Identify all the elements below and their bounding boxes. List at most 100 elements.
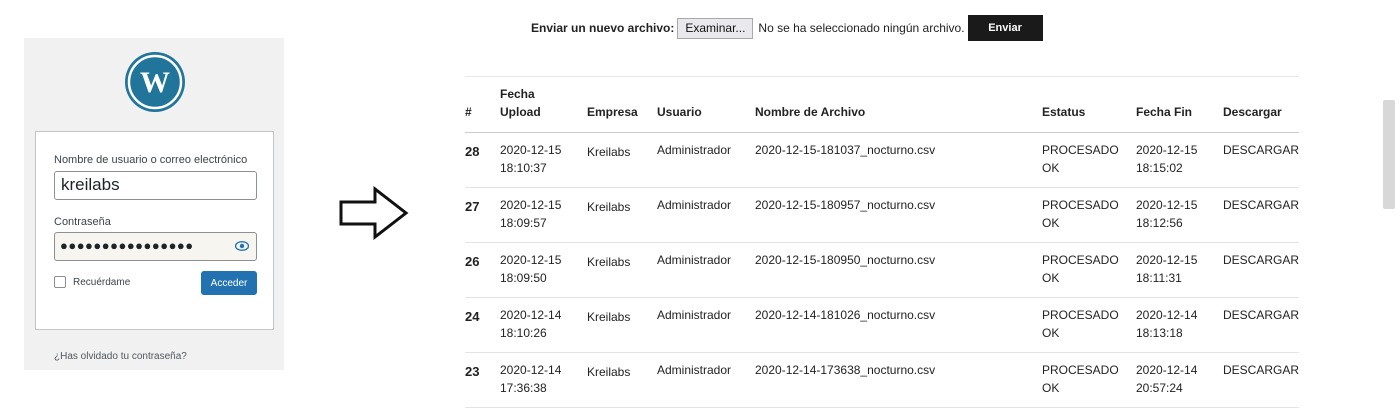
row-archivo: 2020-12-15-180957_nocturno.csv [755, 198, 936, 212]
row-num: 23 [465, 364, 480, 379]
download-link[interactable]: DESCARGAR [1223, 141, 1299, 159]
download-link[interactable]: DESCARGAR [1223, 196, 1299, 214]
row-estatus-line2: OK [1042, 381, 1060, 395]
header-estatus: Estatus [1042, 105, 1086, 119]
table-header: # Fecha Upload Empresa Usuario Nombre de… [465, 85, 1299, 133]
row-empresa: Kreilabs [587, 255, 631, 269]
table-row: 26 2020-12-15 18:09:50 Kreilabs Administr… [465, 243, 1299, 298]
row-num: 24 [465, 309, 480, 324]
row-estatus-line2: OK [1042, 216, 1060, 230]
no-file-text: No se ha seleccionado ningún archivo. [758, 21, 965, 35]
row-usuario: Administrador [657, 253, 732, 267]
row-fecha-fin: 2020-12-15 18:12:56 [1136, 196, 1197, 232]
row-upload-date: 2020-12-15 [500, 253, 562, 267]
row-estatus-line2: OK [1042, 326, 1060, 340]
header-usuario: Usuario [657, 105, 702, 119]
scrollbar-thumb[interactable] [1383, 100, 1395, 209]
row-usuario: Administrador [657, 363, 732, 377]
download-link[interactable]: DESCARGAR [1223, 251, 1299, 269]
upload-form: Enviar un nuevo archivo: Examinar... No … [531, 15, 1043, 41]
row-usuario: Administrador [657, 308, 732, 322]
send-button[interactable]: Enviar [967, 15, 1043, 41]
row-fin-date: 2020-12-15 [1136, 253, 1198, 267]
row-usuario: Administrador [657, 198, 732, 212]
header-fecha-upload-line1: Fecha [500, 87, 535, 101]
row-fin-time: 18:13:18 [1136, 326, 1183, 340]
browse-button[interactable]: Examinar... [677, 17, 754, 39]
row-fecha-fin: 2020-12-15 18:15:02 [1136, 141, 1197, 177]
row-estatus: PROCESADO OK [1042, 251, 1119, 287]
lost-password-link[interactable]: ¿Has olvidado tu contraseña? [54, 351, 187, 362]
login-button[interactable]: Acceder [201, 271, 257, 295]
table-top-divider [465, 76, 1299, 77]
wordpress-logo-icon: W [125, 52, 185, 112]
remember-me[interactable]: Recuérdame [54, 276, 130, 288]
row-upload-datetime: 2020-12-14 18:10:26 [500, 306, 561, 342]
row-estatus-line1: PROCESADO [1042, 143, 1119, 157]
row-upload-datetime: 2020-12-15 18:10:37 [500, 141, 561, 177]
row-upload-time: 18:10:37 [500, 161, 547, 175]
row-estatus-line2: OK [1042, 271, 1060, 285]
row-estatus: PROCESADO OK [1042, 141, 1119, 177]
row-divider [465, 407, 1299, 408]
row-archivo: 2020-12-15-181037_nocturno.csv [755, 143, 936, 157]
row-empresa: Kreilabs [587, 310, 631, 324]
row-fin-date: 2020-12-15 [1136, 198, 1198, 212]
row-estatus-line1: PROCESADO [1042, 308, 1119, 322]
password-input[interactable]: ●●●●●●●●●●●●●●●● [54, 232, 257, 261]
download-link[interactable]: DESCARGAR [1223, 306, 1299, 324]
row-num: 28 [465, 144, 480, 159]
row-fin-time: 18:15:02 [1136, 161, 1183, 175]
username-label: Nombre de usuario o correo electrónico [54, 154, 248, 166]
row-estatus-line1: PROCESADO [1042, 253, 1119, 267]
row-num: 27 [465, 199, 480, 214]
row-fin-date: 2020-12-15 [1136, 143, 1198, 157]
login-screen: W Nombre de usuario o correo electrónico… [24, 38, 284, 370]
header-fecha-upload-line2: Upload [500, 105, 541, 119]
row-estatus-line1: PROCESADO [1042, 363, 1119, 377]
row-usuario: Administrador [657, 143, 732, 157]
table-row: 23 2020-12-14 17:36:38 Kreilabs Administr… [465, 353, 1299, 408]
row-estatus: PROCESADO OK [1042, 306, 1119, 342]
header-descargar: Descargar [1223, 105, 1282, 119]
row-empresa: Kreilabs [587, 200, 631, 214]
row-fin-time: 20:57:24 [1136, 381, 1183, 395]
header-fecha-fin: Fecha Fin [1136, 105, 1193, 119]
row-estatus-line2: OK [1042, 161, 1060, 175]
row-upload-date: 2020-12-14 [500, 363, 562, 377]
row-upload-time: 18:09:57 [500, 216, 547, 230]
table-row: 27 2020-12-15 18:09:57 Kreilabs Administr… [465, 188, 1299, 243]
header-fecha-upload: Fecha Upload [500, 85, 541, 121]
row-upload-datetime: 2020-12-14 17:36:38 [500, 361, 561, 397]
username-input[interactable]: kreilabs [54, 171, 257, 200]
password-label: Contraseña [54, 216, 111, 228]
eye-icon[interactable] [235, 241, 249, 251]
row-empresa: Kreilabs [587, 145, 631, 159]
header-empresa: Empresa [587, 105, 638, 119]
row-fecha-fin: 2020-12-15 18:11:31 [1136, 251, 1197, 287]
row-fin-date: 2020-12-14 [1136, 363, 1198, 377]
download-link[interactable]: DESCARGAR [1223, 361, 1299, 379]
row-upload-time: 18:09:50 [500, 271, 547, 285]
remember-checkbox[interactable] [54, 276, 66, 288]
header-archivo: Nombre de Archivo [755, 105, 866, 119]
row-archivo: 2020-12-14-181026_nocturno.csv [755, 308, 936, 322]
row-estatus-line1: PROCESADO [1042, 198, 1119, 212]
row-upload-time: 18:10:26 [500, 326, 547, 340]
row-archivo: 2020-12-14-173638_nocturno.csv [755, 363, 936, 377]
row-upload-time: 17:36:38 [500, 381, 547, 395]
login-form: Nombre de usuario o correo electrónico k… [35, 131, 274, 330]
row-estatus: PROCESADO OK [1042, 196, 1119, 232]
row-empresa: Kreilabs [587, 365, 631, 379]
password-mask: ●●●●●●●●●●●●●●●● [60, 238, 194, 253]
row-upload-datetime: 2020-12-15 18:09:50 [500, 251, 561, 287]
row-archivo: 2020-12-15-180950_nocturno.csv [755, 253, 936, 267]
row-upload-datetime: 2020-12-15 18:09:57 [500, 196, 561, 232]
row-upload-date: 2020-12-14 [500, 308, 562, 322]
row-fin-time: 18:11:31 [1136, 271, 1182, 285]
row-fin-date: 2020-12-14 [1136, 308, 1198, 322]
row-upload-date: 2020-12-15 [500, 198, 562, 212]
table-row: 28 2020-12-15 18:10:37 Kreilabs Administr… [465, 133, 1299, 188]
row-estatus: PROCESADO OK [1042, 361, 1119, 397]
row-fecha-fin: 2020-12-14 18:13:18 [1136, 306, 1197, 342]
